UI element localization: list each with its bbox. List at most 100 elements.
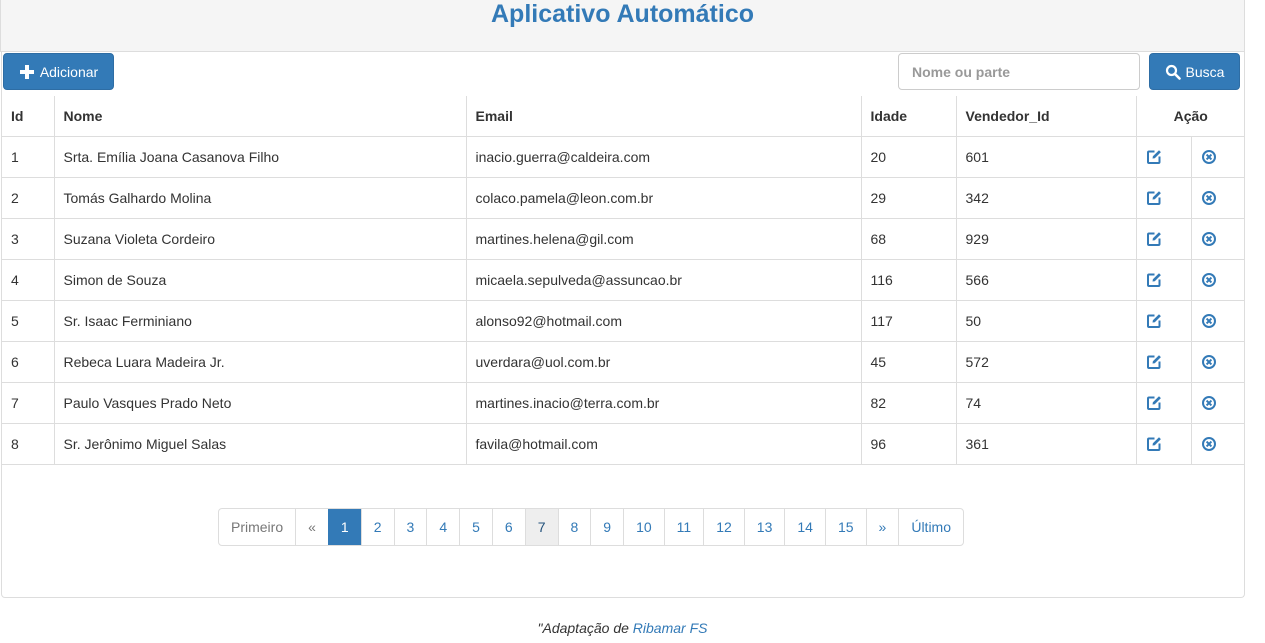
table-row: 1 Srta. Emília Joana Casanova Filho inacio… (2, 135, 1245, 177)
cell-id: 2 (2, 176, 54, 218)
edit-button[interactable] (1135, 422, 1191, 465)
edit-icon[interactable] (1146, 231, 1162, 247)
cell-nome: Sr. Isaac Ferminiano (53, 299, 466, 341)
header-idade: Idade (860, 96, 956, 137)
edit-icon[interactable] (1146, 354, 1162, 370)
delete-circle-icon[interactable] (1201, 190, 1217, 206)
cell-idade: 96 (860, 422, 956, 465)
cell-nome: Paulo Vasques Prado Neto (53, 381, 466, 423)
delete-circle-icon[interactable] (1201, 231, 1217, 247)
edit-icon[interactable] (1146, 149, 1162, 165)
cell-idade: 20 (860, 135, 956, 177)
delete-button[interactable] (1190, 381, 1245, 423)
edit-button[interactable] (1135, 217, 1191, 259)
cell-email: colaco.pamela@leon.com.br (465, 176, 861, 218)
footer: "Adaptação de Ribamar FS (0, 620, 1245, 636)
header-id: Id (2, 96, 54, 137)
edit-button[interactable] (1135, 381, 1191, 423)
cell-idade: 82 (860, 381, 956, 423)
cell-id: 5 (2, 299, 54, 341)
table-row: 8 Sr. Jerônimo Miguel Salas favila@hotmail… (2, 422, 1245, 465)
add-button[interactable]: Adicionar (3, 53, 114, 90)
pagination-page-10[interactable]: 10 (623, 509, 664, 545)
delete-button[interactable] (1190, 422, 1245, 465)
delete-circle-icon[interactable] (1201, 436, 1217, 452)
search-icon (1165, 64, 1181, 80)
edit-icon[interactable] (1146, 272, 1162, 288)
cell-idade: 68 (860, 217, 956, 259)
pagination-last[interactable]: Último (898, 509, 963, 545)
cell-vendedor-id: 361 (955, 422, 1136, 465)
cell-vendedor-id: 566 (955, 258, 1136, 300)
search-button-label: Busca (1185, 63, 1225, 80)
cell-id: 4 (2, 258, 54, 300)
pagination-page-15[interactable]: 15 (824, 509, 866, 545)
delete-circle-icon[interactable] (1201, 149, 1217, 165)
edit-button[interactable] (1135, 176, 1191, 218)
pagination-page-9[interactable]: 9 (590, 509, 623, 545)
pagination: Primeiro « 1 2 3 4 5 6 7 8 9 10 11 12 13… (218, 508, 964, 546)
pagination-page-6[interactable]: 6 (491, 509, 525, 545)
cell-nome: Tomás Galhardo Molina (53, 176, 466, 218)
edit-icon[interactable] (1146, 395, 1162, 411)
search-button[interactable]: Busca (1149, 53, 1240, 90)
delete-circle-icon[interactable] (1201, 395, 1217, 411)
cell-email: martines.inacio@terra.com.br (465, 381, 861, 423)
pagination-first[interactable]: Primeiro (219, 509, 295, 545)
cell-idade: 29 (860, 176, 956, 218)
cell-email: uverdara@uol.com.br (465, 340, 861, 382)
pagination-prev[interactable]: « (295, 509, 328, 545)
delete-circle-icon[interactable] (1201, 354, 1217, 370)
delete-button[interactable] (1190, 176, 1245, 218)
pagination-page-4[interactable]: 4 (426, 509, 459, 545)
cell-id: 3 (2, 217, 54, 259)
edit-button[interactable] (1135, 299, 1191, 341)
pagination-page-5[interactable]: 5 (459, 509, 492, 545)
pagination-page-13[interactable]: 13 (743, 509, 785, 545)
table-row: 2 Tomás Galhardo Molina colaco.pamela@leon… (2, 176, 1245, 218)
pagination-page-2[interactable]: 2 (360, 509, 394, 545)
delete-button[interactable] (1190, 299, 1245, 341)
delete-button[interactable] (1190, 217, 1245, 259)
header-acao: Ação (1135, 96, 1245, 137)
footer-text: "Adaptação de (537, 620, 633, 636)
footer-author-link[interactable]: Ribamar FS (633, 620, 708, 636)
edit-button[interactable] (1135, 135, 1191, 177)
table-row: 6 Rebeca Luara Madeira Jr. uverdara@uol.co… (2, 340, 1245, 382)
edit-icon[interactable] (1146, 313, 1162, 329)
cell-id: 1 (2, 135, 54, 177)
pagination-page-1[interactable]: 1 (327, 509, 361, 545)
pagination-page-3[interactable]: 3 (393, 509, 427, 545)
pagination-page-11[interactable]: 11 (663, 509, 704, 545)
data-table: Id Nome Email Idade Vendedor_Id Ação 1 Sr… (2, 96, 1245, 465)
pagination-next[interactable]: » (865, 509, 899, 545)
plus-icon (19, 64, 34, 79)
edit-button[interactable] (1135, 340, 1191, 382)
table-row: 5 Sr. Isaac Ferminiano alonso92@hotmail.co… (2, 299, 1245, 341)
table-row: 7 Paulo Vasques Prado Neto martines.inacio… (2, 381, 1245, 423)
edit-icon[interactable] (1146, 436, 1162, 452)
delete-button[interactable] (1190, 258, 1245, 300)
delete-button[interactable] (1190, 340, 1245, 382)
delete-circle-icon[interactable] (1201, 272, 1217, 288)
pagination-page-14[interactable]: 14 (784, 509, 825, 545)
edit-icon[interactable] (1146, 190, 1162, 206)
cell-id: 7 (2, 381, 54, 423)
cell-email: alonso92@hotmail.com (465, 299, 861, 341)
cell-email: martines.helena@gil.com (465, 217, 861, 259)
pagination-page-7[interactable]: 7 (524, 509, 558, 545)
delete-circle-icon[interactable] (1201, 313, 1217, 329)
table-header-row: Id Nome Email Idade Vendedor_Id Ação (2, 96, 1245, 137)
pagination-page-8[interactable]: 8 (557, 509, 591, 545)
add-button-label: Adicionar (39, 63, 99, 80)
cell-idade: 117 (860, 299, 956, 341)
search-input[interactable] (898, 53, 1140, 90)
cell-vendedor-id: 50 (955, 299, 1136, 341)
page-header: Aplicativo Automático (0, 0, 1245, 52)
cell-vendedor-id: 929 (955, 217, 1136, 259)
delete-button[interactable] (1190, 135, 1245, 177)
cell-id: 8 (2, 422, 54, 465)
cell-nome: Simon de Souza (53, 258, 466, 300)
edit-button[interactable] (1135, 258, 1191, 300)
pagination-page-12[interactable]: 12 (703, 509, 744, 545)
